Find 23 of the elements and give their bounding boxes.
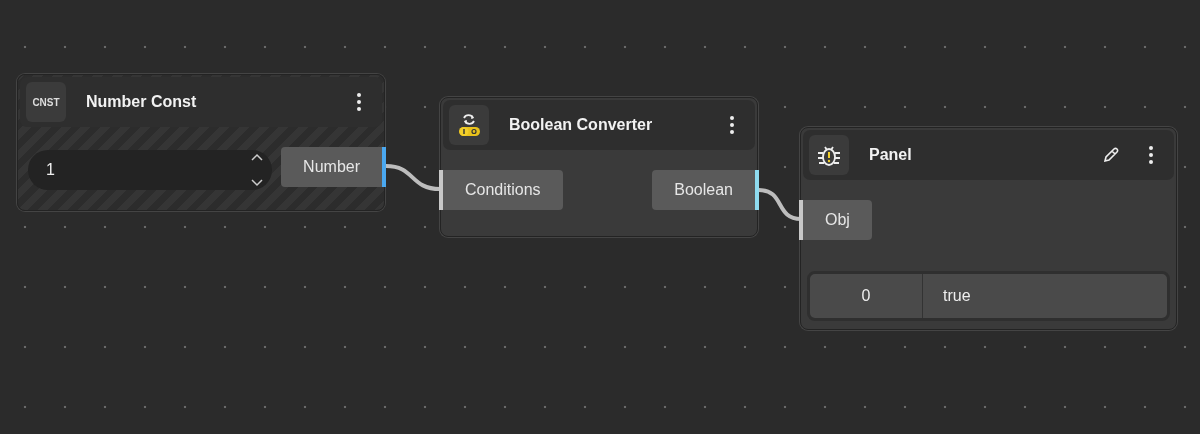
number-field[interactable]: 1	[28, 149, 272, 190]
input-port[interactable]: Obj	[799, 200, 872, 240]
bug-icon	[809, 135, 849, 175]
input-port[interactable]: Conditions	[439, 170, 563, 210]
output-port[interactable]: Boolean	[652, 170, 759, 210]
more-icon[interactable]	[1148, 145, 1154, 165]
node-title: Boolean Converter	[509, 116, 654, 134]
value-cell-text: true	[942, 286, 972, 306]
more-icon[interactable]	[729, 115, 735, 135]
node-card[interactable]: Panel Obj 0 true	[800, 127, 1177, 330]
node-title: Panel	[869, 146, 913, 164]
wire	[385, 164, 441, 191]
node-badge: CNST	[26, 82, 66, 122]
index-cell: 0	[810, 274, 923, 318]
more-icon[interactable]	[356, 92, 362, 112]
converter-icon	[449, 105, 489, 145]
node-card[interactable]: CNST Number Const 1 Number	[17, 74, 385, 211]
node-card[interactable]: Boolean Converter Conditions Boolean	[440, 97, 758, 237]
pencil-icon[interactable]	[1102, 146, 1120, 164]
wire	[758, 188, 802, 221]
spinner-icon[interactable]	[250, 152, 264, 187]
node-title: Number Const	[86, 93, 198, 111]
output-port[interactable]: Number	[281, 147, 386, 187]
